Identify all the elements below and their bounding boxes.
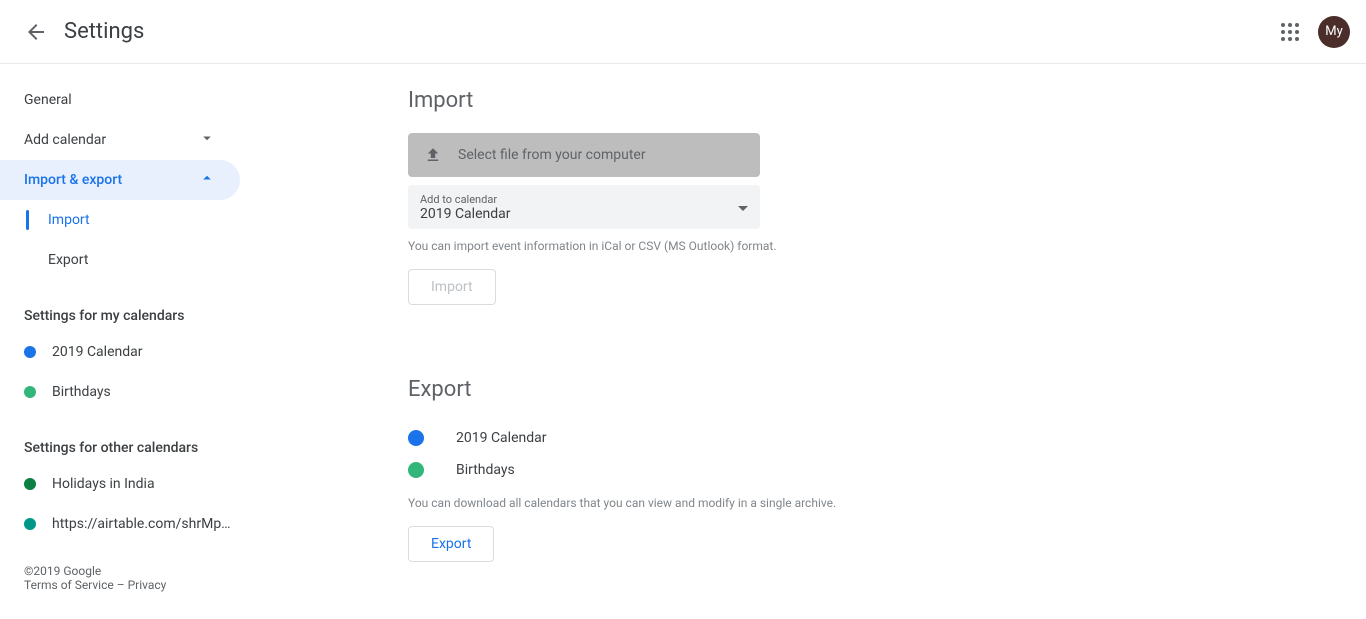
sidebar-item-label: General — [24, 92, 72, 108]
sidebar-calendar-item[interactable]: https://airtable.com/shrMp… — [0, 504, 256, 544]
apps-button[interactable] — [1270, 12, 1310, 52]
calendar-label: 2019 Calendar — [456, 430, 547, 446]
sidebar-section-my-calendars: Settings for my calendars — [0, 308, 256, 324]
import-section: Import Select file from your computer Ad… — [408, 88, 1152, 305]
chevron-down-icon — [198, 129, 216, 151]
calendar-label: 2019 Calendar — [52, 344, 143, 360]
sidebar-subitem-label: Import — [48, 212, 90, 228]
select-value: 2019 Calendar — [420, 206, 748, 222]
sidebar-calendar-item[interactable]: Holidays in India — [0, 464, 256, 504]
footer-terms-link[interactable]: Terms of Service — [24, 578, 114, 592]
select-file-button[interactable]: Select file from your computer — [408, 133, 760, 177]
sidebar-subitem-label: Export — [48, 252, 88, 268]
calendar-label: Holidays in India — [52, 476, 155, 492]
footer: ©2019 Google Terms of Service – Privacy — [0, 544, 256, 592]
calendar-label: Birthdays — [456, 462, 515, 478]
sidebar-section-other-calendars: Settings for other calendars — [0, 440, 256, 456]
import-button[interactable]: Import — [408, 269, 496, 305]
apps-icon — [1281, 23, 1299, 41]
calendar-color-dot — [408, 430, 424, 446]
upload-icon — [424, 146, 442, 164]
footer-sep: – — [114, 578, 128, 592]
back-button[interactable] — [16, 12, 56, 52]
chevron-up-icon — [198, 169, 216, 191]
arrow-left-icon — [24, 20, 48, 44]
calendar-color-dot — [408, 462, 424, 478]
section-title-import: Import — [408, 88, 1152, 113]
main-content: Import Select file from your computer Ad… — [256, 64, 1176, 608]
calendar-color-dot — [24, 386, 36, 398]
section-title-export: Export — [408, 377, 1152, 402]
page-title: Settings — [64, 19, 1270, 44]
calendar-label: https://airtable.com/shrMp… — [52, 516, 231, 532]
calendar-color-dot — [24, 518, 36, 530]
add-to-calendar-select[interactable]: Add to calendar 2019 Calendar — [408, 185, 760, 229]
sidebar-item-label: Import & export — [24, 172, 122, 188]
export-section: Export 2019 Calendar Birthdays You can d… — [408, 377, 1152, 562]
avatar[interactable]: My — [1318, 16, 1350, 48]
import-hint: You can import event information in iCal… — [408, 239, 1152, 253]
sidebar-item-general[interactable]: General — [0, 80, 240, 120]
sidebar-calendar-item[interactable]: Birthdays — [0, 372, 256, 412]
calendar-color-dot — [24, 478, 36, 490]
export-button[interactable]: Export — [408, 526, 494, 562]
calendar-label: Birthdays — [52, 384, 111, 400]
sidebar-subitem-export[interactable]: Export — [0, 240, 256, 280]
export-calendar-item: Birthdays — [408, 454, 1152, 486]
export-calendar-item: 2019 Calendar — [408, 422, 1152, 454]
dropdown-arrow-icon — [738, 199, 748, 215]
select-file-label: Select file from your computer — [458, 147, 646, 163]
sidebar-item-add-calendar[interactable]: Add calendar — [0, 120, 240, 160]
calendar-color-dot — [24, 346, 36, 358]
sidebar: General Add calendar Import & export Imp… — [0, 64, 256, 608]
sidebar-item-label: Add calendar — [24, 132, 106, 148]
export-hint: You can download all calendars that you … — [408, 496, 1152, 510]
header: Settings My — [0, 0, 1366, 64]
footer-copyright: ©2019 Google — [24, 564, 232, 578]
sidebar-subitem-import[interactable]: Import — [0, 200, 256, 240]
sidebar-item-import-export[interactable]: Import & export — [0, 160, 240, 200]
select-label: Add to calendar — [420, 193, 748, 206]
sidebar-calendar-item[interactable]: 2019 Calendar — [0, 332, 256, 372]
footer-privacy-link[interactable]: Privacy — [128, 578, 167, 592]
